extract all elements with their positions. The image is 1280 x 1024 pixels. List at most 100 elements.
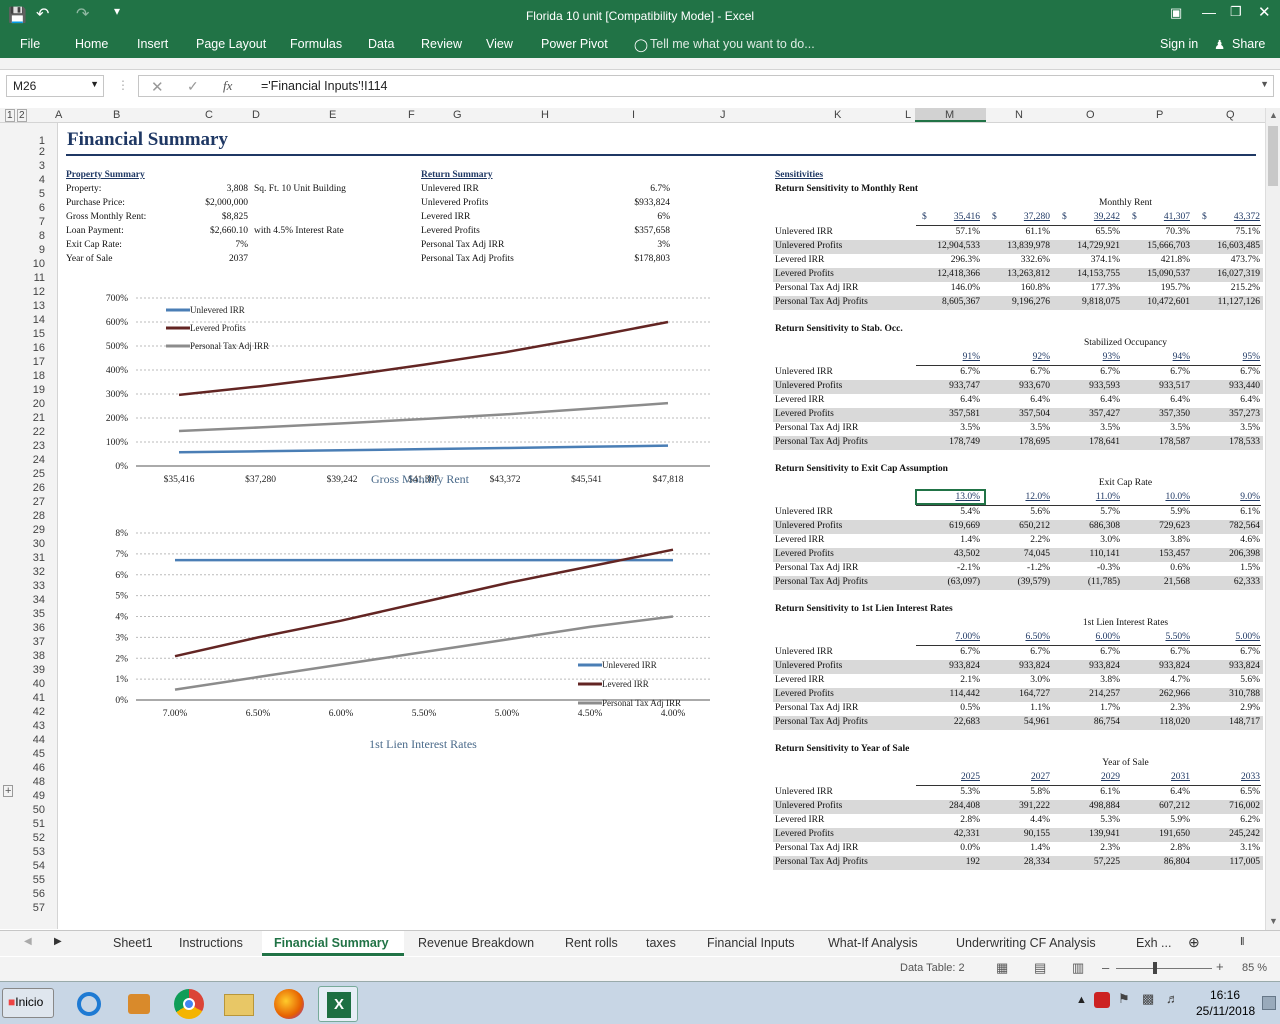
row-header[interactable]: 22: [33, 426, 45, 438]
series-line-2[interactable]: [178, 401, 669, 433]
column-header[interactable]: N: [1015, 109, 1023, 121]
share-button[interactable]: Share: [1232, 37, 1265, 51]
row-header[interactable]: 14: [33, 314, 45, 326]
row-header[interactable]: 9: [39, 244, 45, 256]
row-header[interactable]: 5: [39, 188, 45, 200]
column-header[interactable]: E: [329, 109, 336, 121]
row-header[interactable]: 27: [33, 496, 45, 508]
worksheet[interactable]: Financial Summary Property Summary Retur…: [58, 123, 1265, 929]
network-icon[interactable]: ▩: [1142, 991, 1154, 1007]
row-header[interactable]: 38: [33, 650, 45, 662]
row-header[interactable]: 42: [33, 706, 45, 718]
name-box[interactable]: M26 ▼: [6, 75, 104, 97]
zoom-slider[interactable]: [1116, 968, 1212, 969]
row-header[interactable]: 49: [33, 790, 45, 802]
tab-home[interactable]: Home: [75, 37, 108, 51]
row-header[interactable]: 31: [33, 552, 45, 564]
column-header[interactable]: F: [408, 109, 415, 121]
row-header[interactable]: 35: [33, 608, 45, 620]
row-header[interactable]: 45: [33, 748, 45, 760]
tab-file[interactable]: File: [20, 37, 40, 51]
row-header[interactable]: 50: [33, 804, 45, 816]
row-header[interactable]: 3: [39, 160, 45, 172]
next-sheet-icon[interactable]: ▶: [54, 936, 62, 947]
column-header[interactable]: H: [541, 109, 549, 121]
column-header[interactable]: I: [632, 109, 635, 121]
column-header[interactable]: C: [205, 109, 213, 121]
firefox-icon[interactable]: [268, 986, 308, 1022]
row-header[interactable]: 7: [39, 216, 45, 228]
volume-icon[interactable]: ♬: [1166, 991, 1179, 1006]
column-header[interactable]: A: [55, 109, 62, 121]
zoom-thumb[interactable]: [1153, 962, 1157, 974]
clock-time[interactable]: 16:16: [1210, 988, 1240, 1002]
row-header[interactable]: 18: [33, 370, 45, 382]
show-hidden-icons[interactable]: ▲: [1076, 994, 1087, 1006]
series-line-1[interactable]: [174, 548, 674, 658]
tab-data[interactable]: Data: [368, 37, 394, 51]
sheet-tab-instructions[interactable]: Instructions: [179, 936, 243, 950]
row-header[interactable]: 8: [39, 230, 45, 242]
row-header[interactable]: 19: [33, 384, 45, 396]
enter-icon[interactable]: ✓: [187, 78, 199, 95]
prev-sheet-icon[interactable]: ◀: [24, 936, 32, 947]
sheet-tab-revenue-breakdown[interactable]: Revenue Breakdown: [418, 936, 534, 950]
tray-app-icon[interactable]: [1094, 992, 1110, 1008]
row-header[interactable]: 53: [33, 846, 45, 858]
tab-review[interactable]: Review: [421, 37, 462, 51]
column-header-selected[interactable]: M: [945, 109, 954, 121]
row-header[interactable]: 12: [33, 286, 45, 298]
row-header[interactable]: 29: [33, 524, 45, 536]
tab-page-layout[interactable]: Page Layout: [196, 37, 266, 51]
row-header[interactable]: 40: [33, 678, 45, 690]
formula-input[interactable]: ✕ ✓ fx ='Financial Inputs'!I114 ▼: [138, 75, 1274, 97]
page-break-view-icon[interactable]: ▥: [1072, 960, 1084, 976]
outline-level-2[interactable]: 2: [17, 109, 27, 122]
row-header[interactable]: 16: [33, 342, 45, 354]
row-header[interactable]: 37: [33, 636, 45, 648]
clock-date[interactable]: 25/11/2018: [1196, 1004, 1255, 1018]
sheet-tab-what-if[interactable]: What-If Analysis: [828, 936, 918, 950]
row-header[interactable]: 51: [33, 818, 45, 830]
tab-view[interactable]: View: [486, 37, 513, 51]
zoom-level[interactable]: 85 %: [1242, 962, 1267, 974]
tab-formulas[interactable]: Formulas: [290, 37, 342, 51]
show-desktop-button[interactable]: [1262, 996, 1276, 1010]
sheet-tab-taxes[interactable]: taxes: [646, 936, 676, 950]
sheet-tab-more[interactable]: Exh ...: [1136, 936, 1171, 950]
close-icon[interactable]: ✕: [1258, 3, 1271, 21]
column-header[interactable]: O: [1086, 109, 1095, 121]
sheet-tab-underwriting[interactable]: Underwriting CF Analysis: [956, 936, 1096, 950]
tell-me-search[interactable]: Tell me what you want to do...: [650, 37, 815, 51]
cancel-icon[interactable]: ✕: [151, 78, 164, 96]
row-header[interactable]: 41: [33, 692, 45, 704]
column-header[interactable]: K: [834, 109, 841, 121]
scroll-thumb[interactable]: [1268, 126, 1278, 186]
row-header[interactable]: 17: [33, 356, 45, 368]
internet-explorer-icon[interactable]: [68, 986, 108, 1022]
sheet-tab-rent-rolls[interactable]: Rent rolls: [565, 936, 618, 950]
row-header[interactable]: 39: [33, 664, 45, 676]
row-header[interactable]: 28: [33, 510, 45, 522]
row-header[interactable]: 32: [33, 566, 45, 578]
excel-taskbar-icon[interactable]: X: [318, 986, 358, 1022]
row-header[interactable]: 6: [39, 202, 45, 214]
column-header[interactable]: J: [720, 109, 726, 121]
column-header[interactable]: Q: [1226, 109, 1235, 121]
ribbon-display-icon[interactable]: ▣: [1170, 5, 1182, 21]
page-layout-view-icon[interactable]: ▤: [1034, 960, 1046, 976]
minimize-icon[interactable]: —: [1202, 4, 1216, 20]
row-header[interactable]: 33: [33, 580, 45, 592]
row-header[interactable]: 2: [39, 146, 45, 158]
column-header[interactable]: B: [113, 109, 120, 121]
column-header[interactable]: D: [252, 109, 260, 121]
file-explorer-icon[interactable]: [218, 986, 258, 1022]
normal-view-icon[interactable]: ▦: [996, 960, 1008, 976]
split-icon[interactable]: ‖: [1240, 936, 1245, 948]
tab-insert[interactable]: Insert: [137, 37, 168, 51]
series-line-1[interactable]: [178, 320, 669, 397]
row-header[interactable]: 23: [33, 440, 45, 452]
tray-security-icon[interactable]: ⚑: [1118, 991, 1130, 1007]
column-header[interactable]: L: [905, 109, 911, 121]
chrome-icon[interactable]: [168, 986, 208, 1022]
